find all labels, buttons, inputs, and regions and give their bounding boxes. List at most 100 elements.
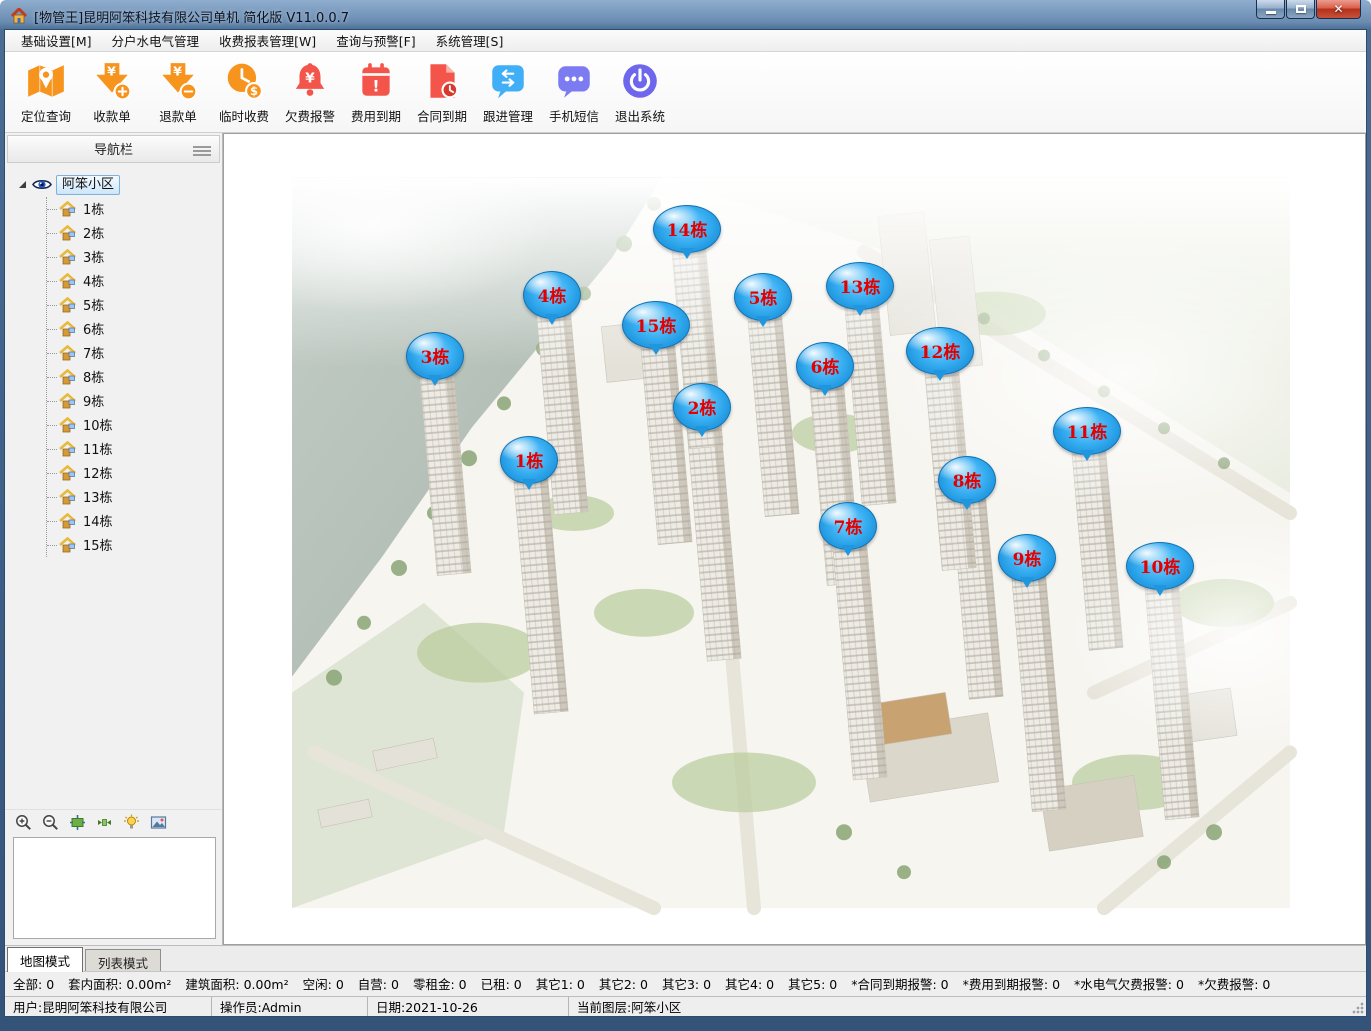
stat-zero-rent: 零租金0 <box>413 974 467 993</box>
map-marker-building-11[interactable]: 11栋 <box>1053 407 1121 455</box>
minimap-preview <box>13 837 216 939</box>
brightness-bulb-icon[interactable] <box>123 814 140 831</box>
nav-title: 导航栏 <box>94 139 133 158</box>
tree-item-building-9[interactable]: 9栋 <box>47 389 222 413</box>
close-button[interactable]: ✕ <box>1316 0 1361 19</box>
tree-item-building-13[interactable]: 13栋 <box>47 485 222 509</box>
map-locate-icon <box>25 60 67 102</box>
menu-basic-settings[interactable]: 基础设置[M] <box>11 29 102 52</box>
view-mode-tabs: 地图模式 列表模式 <box>5 945 1366 971</box>
tree-item-building-14[interactable]: 14栋 <box>47 509 222 533</box>
stat-rented: 已租0 <box>481 974 522 993</box>
footer-operator: 操作员:Admin <box>212 997 368 1016</box>
menu-system-management[interactable]: 系统管理[S] <box>426 29 514 52</box>
building-tree: 阿笨小区 1栋 2栋 3栋 4栋 5栋 6栋 7栋 8栋 9栋 10栋 11栋 <box>5 165 222 809</box>
maximize-button[interactable] <box>1286 0 1315 19</box>
zoom-in-icon[interactable] <box>15 814 32 831</box>
title-bar: [物管王]昆明阿笨科技有限公司单机 简化版 V11.0.0.7 ✕ <box>4 0 1367 29</box>
tree-item-building-10[interactable]: 10栋 <box>47 413 222 437</box>
map-marker-building-10[interactable]: 10栋 <box>1126 542 1194 590</box>
map-marker-building-14[interactable]: 14栋 <box>653 205 721 253</box>
stat-arrears-alarm: *欠费报警0 <box>1198 974 1270 993</box>
tree-item-building-15[interactable]: 15栋 <box>47 533 222 557</box>
stat-contract-due-alarm: *合同到期报警0 <box>851 974 948 993</box>
minimize-button[interactable] <box>1256 0 1285 19</box>
tree-item-building-2[interactable]: 2栋 <box>47 221 222 245</box>
footer-bar: 用户:昆明阿笨科技有限公司 操作员:Admin 日期:2021-10-26 当前… <box>5 996 1366 1016</box>
map-marker-building-8[interactable]: 8栋 <box>938 456 996 504</box>
statistics-bar: 全部0 套内面积0.00m² 建筑面积0.00m² 空闲0 自营0 零租金0 已… <box>5 971 1366 997</box>
stat-other-2: 其它20 <box>599 974 648 993</box>
contract-due-button[interactable]: 合同到期 <box>409 58 475 125</box>
map-marker-building-15[interactable]: 15栋 <box>622 301 690 349</box>
footer-user: 用户:昆明阿笨科技有限公司 <box>5 997 212 1016</box>
toolbar-label: 退出系统 <box>615 106 665 125</box>
window-title: [物管王]昆明阿笨科技有限公司单机 简化版 V11.0.0.7 <box>34 7 349 26</box>
map-marker-building-12[interactable]: 12栋 <box>906 327 974 375</box>
sms-button[interactable]: 手机短信 <box>541 58 607 125</box>
menu-utility-management[interactable]: 分户水电气管理 <box>102 29 210 52</box>
map-marker-building-3[interactable]: 3栋 <box>406 332 464 380</box>
sms-bubble-icon <box>553 60 595 102</box>
follow-up-chat-icon <box>487 60 529 102</box>
toolbar-label: 定位查询 <box>21 106 71 125</box>
stat-other-3: 其它30 <box>662 974 711 993</box>
tree-item-building-4[interactable]: 4栋 <box>47 269 222 293</box>
hamburger-menu-icon[interactable] <box>193 144 211 158</box>
map-marker-building-6[interactable]: 6栋 <box>796 342 854 390</box>
map-marker-building-1[interactable]: 1栋 <box>500 436 558 484</box>
tree-expander-icon[interactable] <box>19 181 26 188</box>
fit-screen-icon[interactable] <box>96 814 113 831</box>
svg-text:!: ! <box>372 77 379 96</box>
app-window: [物管王]昆明阿笨科技有限公司单机 简化版 V11.0.0.7 ✕ 基础设置[M… <box>0 0 1371 1031</box>
refund-button[interactable]: ¥ 退款单 <box>145 58 211 125</box>
toolbar-label: 收款单 <box>93 106 131 125</box>
tree-root-label[interactable]: 阿笨小区 <box>56 175 120 195</box>
tree-root-community[interactable]: 阿笨小区 <box>19 173 222 197</box>
map-marker-building-9[interactable]: 9栋 <box>998 534 1056 582</box>
stat-other-1: 其它10 <box>536 974 585 993</box>
map-marker-building-13[interactable]: 13栋 <box>826 262 894 310</box>
exit-button[interactable]: 退出系统 <box>607 58 673 125</box>
image-icon[interactable] <box>150 814 167 831</box>
resize-grip[interactable] <box>1352 1002 1364 1014</box>
map-marker-building-4[interactable]: 4栋 <box>523 271 581 319</box>
fit-width-icon[interactable] <box>69 814 86 831</box>
map-panel[interactable]: 1栋 2栋 3栋 4栋 5栋 6栋 7栋 8栋 9栋 10栋 11栋 12栋 1… <box>223 133 1366 945</box>
tree-item-building-7[interactable]: 7栋 <box>47 341 222 365</box>
tree-item-building-5[interactable]: 5栋 <box>47 293 222 317</box>
menu-fee-reports[interactable]: 收费报表管理[W] <box>209 29 326 52</box>
tree-item-building-11[interactable]: 11栋 <box>47 437 222 461</box>
temp-charge-button[interactable]: $ 临时收费 <box>211 58 277 125</box>
tree-item-building-12[interactable]: 12栋 <box>47 461 222 485</box>
arrears-alarm-button[interactable]: ¥ 欠费报警 <box>277 58 343 125</box>
follow-up-button[interactable]: 跟进管理 <box>475 58 541 125</box>
nav-header: 导航栏 <box>7 135 220 163</box>
tree-item-building-1[interactable]: 1栋 <box>47 197 222 221</box>
map-marker-building-5[interactable]: 5栋 <box>734 273 792 321</box>
zoom-out-icon[interactable] <box>42 814 59 831</box>
fee-due-calendar-icon: ! <box>355 60 397 102</box>
footer-date: 日期:2021-10-26 <box>368 997 569 1016</box>
stat-fee-due-alarm: *费用到期报警0 <box>963 974 1060 993</box>
stat-build-area: 建筑面积0.00m² <box>185 974 288 993</box>
tab-map-mode[interactable]: 地图模式 <box>7 947 83 972</box>
map-marker-building-2[interactable]: 2栋 <box>673 383 731 431</box>
tree-item-building-6[interactable]: 6栋 <box>47 317 222 341</box>
svg-text:¥: ¥ <box>107 64 116 79</box>
locate-query-button[interactable]: 定位查询 <box>13 58 79 125</box>
tab-list-mode[interactable]: 列表模式 <box>85 949 161 971</box>
footer-current-layer: 当前图层:阿笨小区 <box>569 997 1366 1016</box>
toolbar-label: 跟进管理 <box>483 106 533 125</box>
stat-total: 全部0 <box>13 974 54 993</box>
tree-item-building-3[interactable]: 3栋 <box>47 245 222 269</box>
map-marker-building-7[interactable]: 7栋 <box>819 502 877 550</box>
fee-due-button[interactable]: ! 费用到期 <box>343 58 409 125</box>
stat-inner-area: 套内面积0.00m² <box>68 974 171 993</box>
menu-query-warning[interactable]: 查询与预警[F] <box>326 29 425 52</box>
tree-item-building-8[interactable]: 8栋 <box>47 365 222 389</box>
community-eye-icon <box>32 177 52 192</box>
svg-text:¥: ¥ <box>305 71 315 87</box>
receipt-button[interactable]: ¥ 收款单 <box>79 58 145 125</box>
app-logo-icon <box>10 8 28 24</box>
